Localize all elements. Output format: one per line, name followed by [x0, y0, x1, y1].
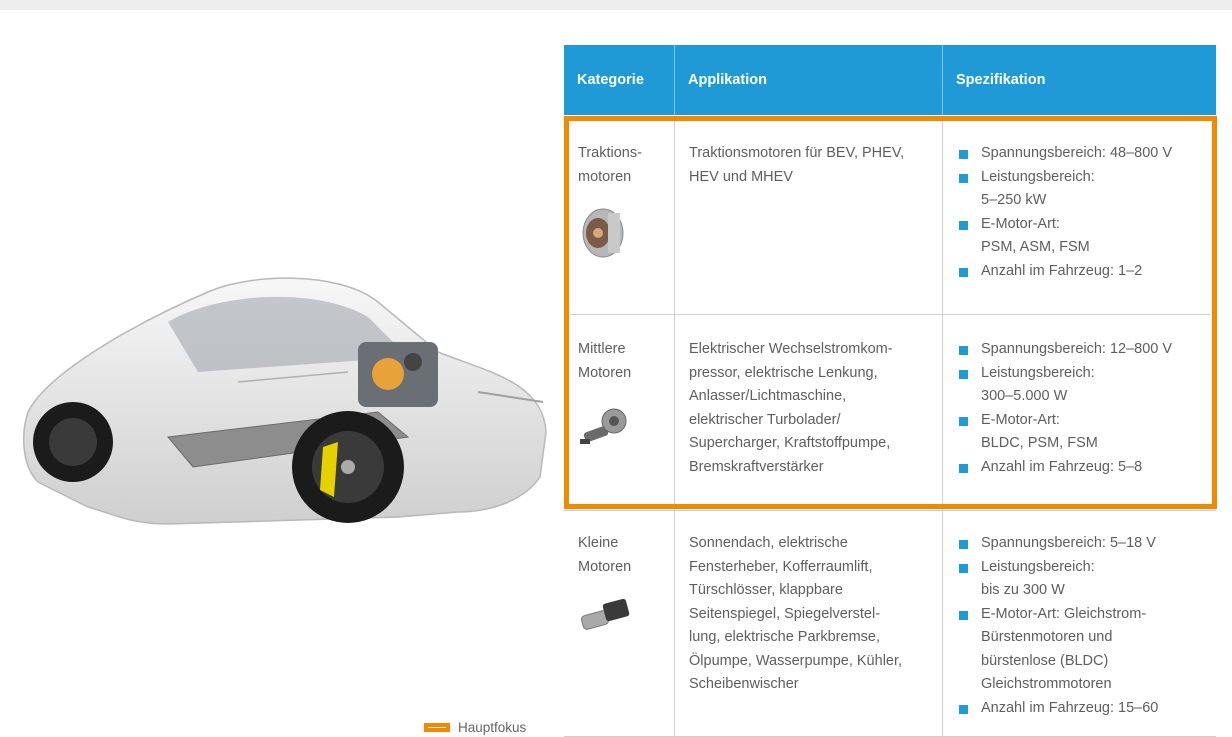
category-label: Mittlere: [578, 341, 626, 357]
application-text: HEV und MHEV: [689, 168, 793, 185]
table-row: Mittlere Motoren Elektrischer Wechselstr…: [564, 315, 1216, 510]
legend: Hauptfokus: [424, 719, 526, 736]
category-label: Motoren: [578, 558, 632, 575]
application-text: Türschlösser, klappbare: [689, 582, 843, 598]
spec-item: E-Motor-Art: BLDC, PSM, FSM: [957, 409, 1216, 456]
electric-car-cutaway-image: [22, 277, 547, 525]
spec-item: Spannungsbereich: 5–18 V: [957, 532, 1216, 556]
application-text: Elektrischer Wechselstromkom-: [689, 341, 893, 357]
spec-item: Leistungsbereich: bis zu 300 W: [957, 556, 1216, 603]
spec-item: Leistungsbereich: 5–250 kW: [957, 166, 1216, 213]
category-label: motoren: [578, 168, 632, 185]
medium-motor-image: [580, 408, 627, 444]
application-text: lung, elektrische Parkbremse,: [689, 629, 880, 645]
spec-item: Leistungsbereich: 300–5.000 W: [957, 362, 1216, 409]
category-label: Kleine: [578, 535, 619, 551]
spec-cell: Spannungsbereich: 48–800 V Leistungsbere…: [942, 121, 1216, 314]
header-kategorie: Kategorie: [577, 72, 644, 88]
application-text: pressor, elektrische Lenkung,: [689, 364, 878, 381]
application-cell: Sonnendach, elektrische Fensterheber, Ko…: [674, 511, 942, 736]
table-row: Kleine Motoren Sonnendach, elektrische F…: [564, 510, 1216, 737]
application-cell: Traktionsmotoren für BEV, PHEV, HEV und …: [674, 121, 942, 314]
top-band: [0, 0, 1232, 10]
application-text: Bremskraftverstärker: [689, 458, 824, 475]
spec-cell: Spannungsbereich: 12–800 V Leistungsbere…: [942, 315, 1216, 510]
spec-item: Spannungsbereich: 48–800 V: [957, 142, 1216, 166]
spec-item: Spannungsbereich: 12–800 V: [957, 338, 1216, 362]
small-motor-image: [581, 598, 630, 630]
category-cell: Mittlere Motoren: [564, 315, 674, 510]
application-cell: Elektrischer Wechselstromkom- pressor, e…: [674, 315, 942, 510]
application-text: Seitenspiegel, Spiegelverstel-: [689, 605, 881, 622]
application-text: elektrischer Turbolader/: [689, 411, 841, 428]
application-text: Sonnendach, elektrische: [689, 535, 848, 551]
header-applikation: Applikation: [674, 45, 942, 115]
application-text: Traktionsmotoren für BEV, PHEV,: [689, 145, 905, 161]
spec-item: Anzahl im Fahrzeug: 15–60: [957, 697, 1216, 721]
category-label: Motoren: [578, 364, 632, 381]
legend-swatch: [424, 723, 450, 732]
table-row: Traktions- motoren Traktionsmotoren für …: [564, 121, 1216, 314]
application-text: Ölpumpe, Wasserpumpe, Kühler,: [689, 652, 903, 669]
application-text: Supercharger, Kraftstoffpumpe,: [689, 435, 891, 451]
category-label: Traktions-: [578, 145, 642, 161]
application-text: Fensterheber, Kofferraumlift,: [689, 558, 873, 575]
spec-item: Anzahl im Fahrzeug: 5–8: [957, 456, 1216, 480]
motor-table: Kategorie Applikation Spezifikation Trak…: [564, 45, 1216, 737]
table-header: Kategorie Applikation Spezifikation: [564, 45, 1216, 115]
application-text: Scheibenwischer: [689, 676, 799, 692]
spec-cell: Spannungsbereich: 5–18 V Leistungsbereic…: [942, 511, 1216, 736]
category-cell: Traktions- motoren: [564, 121, 674, 314]
category-cell: Kleine Motoren: [564, 511, 674, 736]
application-text: Anlasser/Lichtmaschine,: [689, 388, 847, 404]
spec-item: E-Motor-Art: PSM, ASM, FSM: [957, 213, 1216, 260]
spec-item: E-Motor-Art: Gleichstrom- Bürstenmotoren …: [957, 603, 1216, 697]
legend-label: Hauptfokus: [458, 720, 527, 735]
spec-item: Anzahl im Fahrzeug: 1–2: [957, 260, 1216, 284]
header-spezifikation: Spezifikation: [942, 45, 1216, 115]
traction-motor-image: [582, 208, 624, 258]
